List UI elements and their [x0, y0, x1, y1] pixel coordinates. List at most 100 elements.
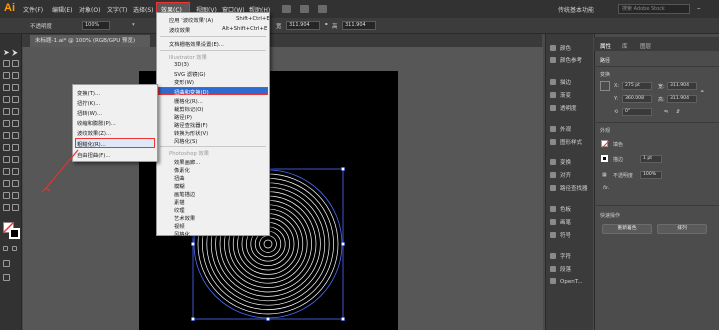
direct-selection-tool-icon[interactable]: ⮞ [12, 48, 19, 57]
style-dropdown-icon[interactable]: ▾ [132, 22, 135, 28]
rectangle-tool-icon[interactable] [3, 96, 10, 103]
artboard-tool-icon[interactable] [3, 192, 10, 199]
bounding-box-handle[interactable] [341, 167, 345, 171]
dock-brushes[interactable]: 画笔 [550, 218, 571, 228]
dock-character[interactable]: 字符 [550, 252, 571, 262]
effect-gallery[interactable]: 效果画廊... [174, 158, 200, 166]
submenu-free-distort[interactable]: 自由扭曲(F)... [77, 151, 110, 159]
dock-appearance[interactable]: 外观 [550, 125, 571, 135]
dock-paragraph[interactable]: 段落 [550, 265, 571, 275]
submenu-transform[interactable]: 变换(T)... [77, 89, 100, 97]
bounding-box-handle[interactable] [191, 242, 195, 246]
bounding-box-handle[interactable] [341, 242, 345, 246]
menu-select[interactable]: 选择(S) [133, 5, 154, 14]
dock-transform[interactable]: 变换 [550, 158, 571, 168]
effect-rasterize[interactable]: 栅格化(R)... [174, 97, 203, 105]
x-input[interactable]: 275 pt [622, 82, 652, 90]
dock-stroke[interactable]: 描边 [550, 78, 571, 88]
effect-convert-to-shape[interactable]: 转换为形状(V) [174, 129, 208, 137]
effect-path[interactable]: 路径(P) [174, 113, 192, 121]
menu-file[interactable]: 文件(F) [23, 5, 43, 14]
column-graph-tool-icon[interactable] [12, 180, 19, 187]
slice-tool-icon[interactable] [12, 192, 19, 199]
effect-apply-last[interactable]: 应用 '波纹效果'(A) [169, 16, 213, 24]
type-tool-icon[interactable] [3, 84, 10, 91]
hand-tool-icon[interactable] [3, 204, 10, 211]
flip-vertical-icon[interactable]: ⇵ [676, 109, 680, 115]
menu-object[interactable]: 对象(O) [79, 5, 100, 14]
effect-warp[interactable]: 变形(W) [174, 78, 194, 86]
magic-wand-tool-icon[interactable] [3, 60, 10, 67]
dock-symbols[interactable]: 符号 [550, 231, 571, 241]
dock-color[interactable]: 颜色 [550, 44, 571, 54]
effect-doc-raster-settings[interactable]: 文档栅格效果设置(E)... [169, 40, 224, 48]
shaper-tool-icon[interactable] [3, 108, 10, 115]
dock-color-guide[interactable]: 颜色参考 [550, 56, 582, 66]
submenu-tweak[interactable]: 扭拧(K)... [77, 99, 100, 107]
effect-video[interactable]: 视频 [174, 222, 185, 230]
scale-tool-icon[interactable] [12, 120, 19, 127]
draw-mode-icon[interactable] [3, 260, 10, 267]
zoom-tool-icon[interactable] [12, 204, 19, 211]
curvature-tool-icon[interactable] [12, 72, 19, 79]
blend-tool-icon[interactable] [12, 168, 19, 175]
effect-distort-transform[interactable]: 扭曲和变换(D) [174, 88, 209, 96]
symbol-sprayer-tool-icon[interactable] [3, 180, 10, 187]
effect-ps-distort[interactable]: 扭曲 [174, 174, 185, 182]
workspace-switcher[interactable]: 传统基本功能 [558, 5, 594, 14]
effect-last-effect[interactable]: 波纹效果 [169, 26, 190, 34]
menu-edit[interactable]: 编辑(E) [52, 5, 72, 14]
gradient-tool-icon[interactable] [12, 156, 19, 163]
pen-tool-icon[interactable] [3, 72, 10, 79]
y-input[interactable]: 360.008 [622, 95, 652, 103]
angle-input[interactable]: 0° [622, 108, 652, 116]
fill-none-swatch[interactable] [601, 140, 609, 148]
selection-tool-icon[interactable]: ➤ [3, 48, 10, 57]
width-tool-icon[interactable] [3, 132, 10, 139]
color-mode-icon[interactable] [3, 246, 8, 251]
effect-crop-marks[interactable]: 裁剪标记(O) [174, 105, 204, 113]
effect-ps-stylize[interactable]: 风格化 [174, 230, 190, 238]
none-mode-icon[interactable] [12, 246, 17, 251]
dock-align[interactable]: 对齐 [550, 171, 571, 181]
shape-builder-tool-icon[interactable] [3, 144, 10, 151]
effect-pathfinder[interactable]: 路径查找器(F) [174, 121, 208, 129]
arrange-docs-icon[interactable] [300, 5, 309, 13]
stroke-weight-input[interactable]: 1 pt [640, 155, 662, 163]
tab-libraries[interactable]: 库 [622, 42, 628, 50]
stock-search-input[interactable]: 搜索 Adobe Stock [618, 4, 690, 14]
effect-texture[interactable]: 纹理 [174, 206, 185, 214]
bounding-box-handle[interactable] [191, 317, 195, 321]
rotate-tool-icon[interactable] [3, 120, 10, 127]
bridge-icon[interactable] [282, 5, 291, 13]
lasso-tool-icon[interactable] [12, 60, 19, 67]
submenu-twist[interactable]: 扭转(W)... [77, 109, 102, 117]
width-input[interactable]: 311.904 [286, 21, 320, 30]
effect-pixelate[interactable]: 像素化 [174, 166, 190, 174]
fx-icon[interactable]: fx. [603, 185, 609, 191]
effect-brush-strokes[interactable]: 画笔描边 [174, 190, 195, 198]
dock-pathfinder[interactable]: 路径查找器 [550, 184, 588, 194]
tab-layers[interactable]: 图层 [640, 42, 651, 50]
effect-artistic[interactable]: 艺术效果 [174, 214, 195, 222]
h-input[interactable]: 311.904 [667, 95, 697, 103]
tab-properties[interactable]: 属性 [600, 42, 611, 50]
paintbrush-tool-icon[interactable] [12, 96, 19, 103]
dock-swatches[interactable]: 色板 [550, 205, 571, 215]
recolor-button[interactable]: 重新着色 [602, 224, 652, 234]
screen-mode-icon[interactable] [3, 274, 10, 281]
document-tab[interactable]: 未标题-1.ai* @ 100% (RGB/GPU 预览) [30, 35, 150, 47]
reference-point-icon[interactable] [600, 81, 610, 91]
constrain-link-icon[interactable]: ⚭ [700, 89, 704, 95]
eyedropper-tool-icon[interactable] [3, 168, 10, 175]
effect-svg-filters[interactable]: SVG 滤镜(G) [174, 70, 206, 78]
dock-opentype[interactable]: OpenT... [550, 278, 583, 288]
free-transform-tool-icon[interactable] [12, 132, 19, 139]
link-icon[interactable]: ⚭ [324, 22, 329, 28]
line-tool-icon[interactable] [12, 84, 19, 91]
effect-blur[interactable]: 模糊 [174, 182, 185, 190]
effect-stylize[interactable]: 风格化(S) [174, 137, 197, 145]
submenu-zig-zag[interactable]: 波纹效果(Z)... [77, 129, 111, 137]
submenu-roughen[interactable]: 粗糙化(R)... [77, 140, 106, 148]
stroke-color-swatch[interactable] [601, 155, 608, 162]
